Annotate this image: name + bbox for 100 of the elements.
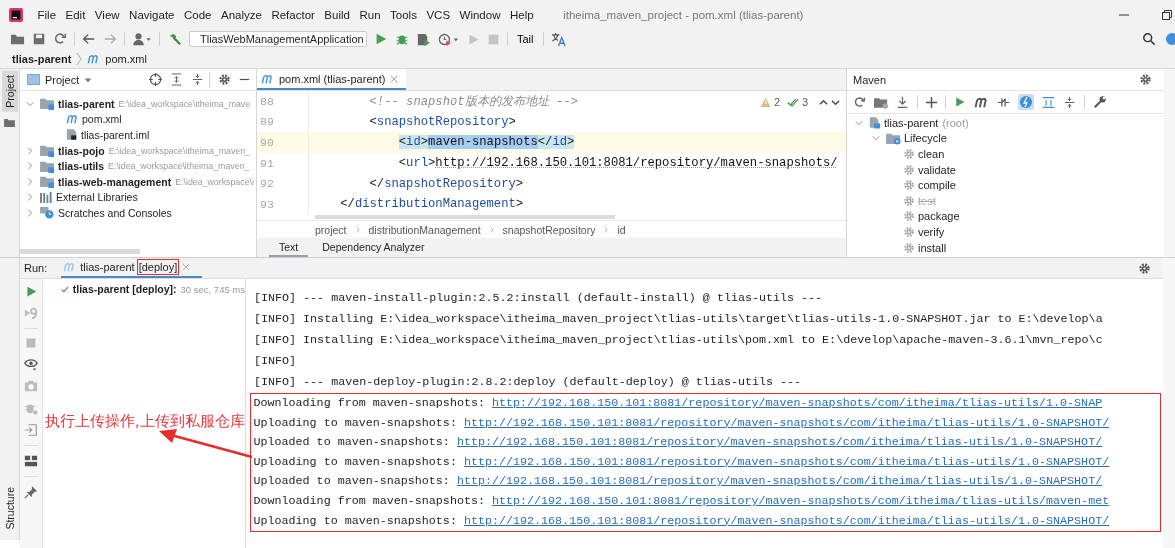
eye-icon[interactable]	[24, 357, 38, 371]
profiler-dropdown-icon[interactable]	[438, 31, 460, 47]
avatar-icon[interactable]	[1163, 31, 1175, 47]
breadcrumb-item[interactable]: distributionManagement	[368, 223, 481, 236]
window-title: itheima_maven_project - pom.xml (tlias-parent)	[563, 8, 804, 21]
run-configuration-dropdown[interactable]: TliasWebManagementApplication	[189, 31, 367, 47]
pin-icon[interactable]	[24, 485, 38, 499]
reload-icon[interactable]	[853, 95, 866, 109]
run-icon[interactable]	[374, 32, 388, 46]
maven-tree-item[interactable]: validate	[918, 163, 956, 176]
search-icon[interactable]	[1142, 32, 1156, 46]
gear-icon	[903, 194, 915, 207]
project-tool-tab[interactable]: Project	[1, 71, 18, 112]
editor-tab[interactable]: pom.xml (tlias-parent)	[257, 69, 407, 90]
collapse-all-icon[interactable]	[1063, 95, 1076, 109]
menu-item[interactable]: Window	[459, 8, 501, 21]
console-text: Uploading to maven-snapshots:	[253, 415, 458, 430]
tree-item-label[interactable]: Scratches and Consoles	[58, 206, 172, 219]
console-link[interactable]: http://192.168.150.101:8081/repository/maven-snapshots/com/itheima/tlias-utils/1.0-SNAPSHOT/	[456, 435, 1103, 450]
menu-item[interactable]: Help	[509, 8, 534, 21]
menu-item[interactable]: Tools	[390, 8, 417, 21]
settings-icon[interactable]	[218, 73, 231, 86]
breadcrumb-item[interactable]: tlias-parent	[12, 52, 72, 65]
menu-item[interactable]: Build	[324, 8, 350, 21]
folder-icon[interactable]	[874, 95, 888, 109]
sync-icon[interactable]	[53, 32, 67, 46]
breadcrumb-item[interactable]: snapshotRepository	[502, 223, 596, 236]
console-link[interactable]: http://192.168.150.101:8081/repository/maven-snapshots/com/itheima/tlias-utils/1.0-SNAPSHOT/	[456, 474, 1103, 489]
maven-file-icon	[66, 114, 79, 125]
editor-mode-tab[interactable]: Dependency Analyzer	[312, 238, 435, 257]
menu-item[interactable]: View	[94, 8, 120, 21]
maven-tree-item[interactable]: install	[918, 241, 947, 254]
expand-all-icon[interactable]	[170, 73, 183, 86]
run-icon[interactable]	[954, 96, 966, 108]
tree-item-label[interactable]: tlias-parent.iml	[81, 129, 150, 141]
line-number: 88	[259, 94, 275, 108]
skip-tests-icon[interactable]	[1018, 94, 1034, 110]
settings-icon[interactable]	[1139, 73, 1152, 86]
maven-tree-item[interactable]: clean	[918, 148, 945, 160]
console-link[interactable]: http://192.168.150.101:8081/repository/maven-snapshots/com/itheima/tlias-utils/1.0-SNAP	[491, 396, 1103, 410]
show-dependencies-icon[interactable]	[1042, 95, 1055, 109]
settings-icon[interactable]	[1138, 261, 1151, 275]
chevron-icon	[604, 225, 609, 234]
breadcrumb-item[interactable]: id	[617, 223, 626, 236]
console-link[interactable]: http://192.168.150.101:8081/repository/maven-snapshots/com/itheima/tlias-utils/1.0-SNAPSHOT/	[463, 513, 1110, 528]
tail-button[interactable]: Tail	[515, 33, 536, 45]
toggle-offline-icon[interactable]	[997, 95, 1010, 109]
back-arrow-icon[interactable]	[82, 32, 96, 46]
save-icon[interactable]	[32, 32, 46, 46]
console-link[interactable]: http://192.168.150.101:8081/repository/maven-snapshots/com/itheima/tlias-utils/1.0-SNAPSHOT/	[463, 454, 1110, 469]
panel-title-dropdown[interactable]: Project	[45, 73, 80, 86]
console-text: Uploading to maven-snapshots:	[253, 513, 458, 528]
check-count: 3	[802, 96, 808, 108]
layout-icon[interactable]	[24, 454, 38, 468]
menu-item[interactable]: Edit	[65, 8, 86, 21]
close-icon[interactable]	[390, 74, 399, 83]
translate-icon[interactable]	[550, 31, 566, 47]
menu-item[interactable]: Analyze	[220, 8, 262, 21]
tree-item-label[interactable]: tlias-pojo	[58, 144, 105, 157]
console-link[interactable]: http://192.168.150.101:8081/repository/maven-snapshots/com/itheima/tlias-utils/maven-met	[491, 493, 1110, 508]
console-link[interactable]: http://192.168.150.101:8081/repository/maven-snapshots/com/itheima/tlias-utils/1.0-SNAPSHOT/	[463, 415, 1110, 430]
tree-item-label[interactable]: External Libraries	[56, 191, 138, 204]
maven-tree-item[interactable]: Lifecycle	[904, 132, 947, 145]
tree-item-label[interactable]: pom.xml	[82, 113, 122, 126]
menu-item[interactable]: VCS	[426, 8, 451, 21]
tree-item-label[interactable]: tlias-utils	[58, 160, 105, 173]
coverage-icon[interactable]	[416, 31, 431, 47]
download-icon[interactable]	[896, 95, 909, 109]
menu-item[interactable]: Run	[359, 8, 381, 21]
breadcrumb-item[interactable]: project	[315, 223, 347, 236]
add-icon[interactable]	[926, 96, 937, 108]
tree-item-label[interactable]: tlias-parent	[58, 97, 115, 110]
breadcrumb-item[interactable]: pom.xml	[105, 52, 147, 65]
collapse-all-icon[interactable]	[191, 73, 204, 86]
maven-tree-item[interactable]: verify	[918, 225, 945, 238]
scratches-icon	[40, 206, 55, 220]
maven-goal-icon[interactable]	[974, 96, 989, 108]
structure-tool-tab[interactable]: Structure	[1, 483, 18, 534]
console-text: Uploaded to maven-snapshots:	[253, 474, 451, 489]
code-line: <id>maven-snapshots</id>	[397, 135, 575, 150]
wrench-icon[interactable]	[1093, 95, 1107, 109]
run-tab[interactable]: tlias-parent [deploy]	[61, 258, 203, 278]
double-check-icon[interactable]	[787, 96, 800, 108]
user-dropdown-icon[interactable]	[132, 32, 152, 46]
rerun-icon[interactable]	[24, 285, 38, 298]
maven-tree-item[interactable]: compile	[918, 179, 956, 192]
hammer-icon[interactable]	[167, 31, 182, 47]
run-tree-item[interactable]: tlias-parent [deploy]:	[72, 283, 177, 295]
exit-icon[interactable]	[24, 423, 38, 437]
menu-item[interactable]: File	[37, 8, 57, 21]
menu-item[interactable]: Navigate	[129, 8, 175, 21]
restore-icon[interactable]	[1161, 8, 1173, 21]
menu-item[interactable]: Code	[183, 8, 212, 21]
maven-tree-item[interactable]: package	[918, 210, 960, 223]
maven-tree-item[interactable]: tlias-parent	[884, 116, 939, 129]
menu-item[interactable]: Refactor	[271, 8, 315, 21]
gear-icon	[903, 163, 915, 176]
tree-item-label[interactable]: tlias-web-management	[58, 175, 172, 188]
locate-crosshair-icon[interactable]	[149, 73, 162, 86]
caret-icon[interactable]	[84, 75, 93, 84]
